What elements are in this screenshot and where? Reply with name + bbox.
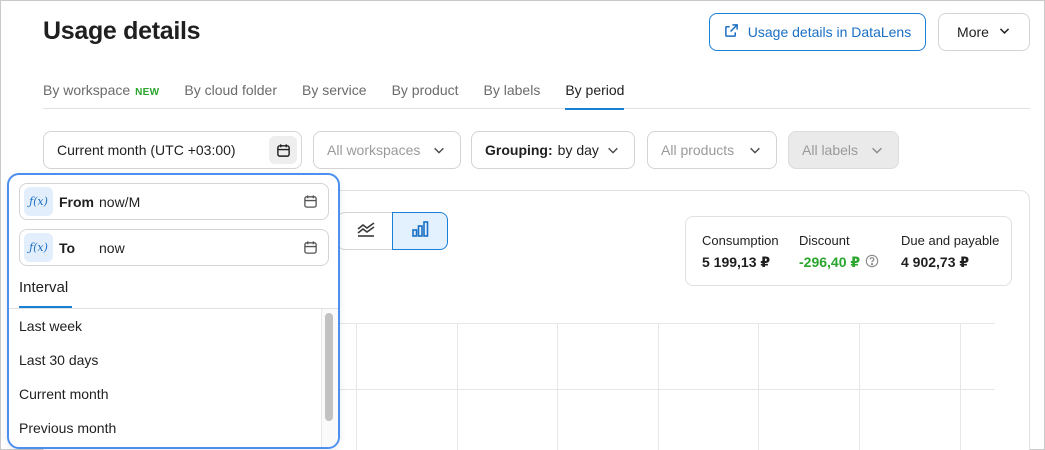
chart-gridline bbox=[758, 323, 759, 450]
interval-option[interactable]: Current month bbox=[9, 377, 321, 411]
products-select-value: All products bbox=[661, 142, 735, 158]
discount-label: Discount bbox=[799, 233, 850, 248]
to-label: To bbox=[59, 239, 76, 256]
page-title: Usage details bbox=[43, 17, 201, 45]
chart-gridline bbox=[340, 323, 995, 324]
discount-summary: Discount -296,40 ₽ bbox=[799, 233, 879, 271]
external-link-icon bbox=[724, 23, 739, 41]
datalens-button-label: Usage details in DataLens bbox=[747, 24, 912, 40]
tab-label: By workspace bbox=[43, 82, 131, 98]
period-picker-popup: ƒ(x) From now/M ƒ(x) To now Interval Las… bbox=[7, 173, 340, 449]
more-button-label: More bbox=[957, 24, 989, 40]
interval-option[interactable]: Last 30 days bbox=[9, 343, 321, 377]
chevron-down-icon bbox=[748, 143, 762, 160]
chart-gridline bbox=[859, 323, 860, 450]
chart-gridline bbox=[557, 323, 558, 450]
tab-label: By product bbox=[391, 82, 459, 98]
due-label: Due and payable bbox=[901, 233, 1000, 248]
tab-bar: By workspace NEW By cloud folder By servi… bbox=[43, 82, 1030, 110]
chart-gridline bbox=[658, 323, 659, 450]
bar-chart-toggle[interactable] bbox=[392, 212, 448, 250]
from-value: now/M bbox=[99, 193, 141, 210]
tab-by-product[interactable]: By product bbox=[392, 82, 459, 109]
chart-gridline bbox=[356, 323, 357, 450]
summary-card: Consumption 5 199,13 ₽ Discount -296,40 … bbox=[685, 216, 1012, 286]
consumption-label: Consumption bbox=[702, 233, 779, 248]
workspaces-select[interactable]: All workspaces bbox=[313, 131, 461, 169]
line-chart-toggle[interactable] bbox=[337, 212, 393, 250]
tab-label: By cloud folder bbox=[184, 82, 277, 98]
chevron-down-icon bbox=[432, 143, 446, 160]
more-button[interactable]: More bbox=[938, 13, 1030, 51]
calendar-icon[interactable] bbox=[269, 136, 297, 164]
due-summary: Due and payable 4 902,73 ₽ bbox=[901, 233, 999, 271]
calendar-icon[interactable] bbox=[303, 240, 318, 260]
scrollbar-thumb[interactable] bbox=[325, 313, 333, 421]
labels-select-value: All labels bbox=[802, 142, 859, 158]
tab-by-cloud-folder[interactable]: By cloud folder bbox=[184, 82, 277, 109]
to-field[interactable]: ƒ(x) To now bbox=[19, 229, 329, 266]
grouping-label: Grouping: bbox=[485, 142, 553, 158]
bar-chart-icon bbox=[411, 220, 429, 242]
consumption-value: 5 199,13 ₽ bbox=[702, 254, 771, 270]
chart-gridline bbox=[960, 323, 961, 450]
datalens-button[interactable]: Usage details in DataLens bbox=[709, 13, 926, 51]
to-value: now bbox=[99, 239, 125, 256]
workspaces-select-value: All workspaces bbox=[327, 142, 421, 158]
chevron-down-icon bbox=[870, 143, 884, 160]
interval-list: Last week Last 30 days Current month Pre… bbox=[9, 309, 321, 445]
chart-gridline bbox=[340, 389, 995, 390]
consumption-summary: Consumption 5 199,13 ₽ bbox=[702, 233, 779, 271]
line-chart-icon bbox=[356, 221, 376, 242]
tab-label: By service bbox=[302, 82, 367, 98]
from-field[interactable]: ƒ(x) From now/M bbox=[19, 183, 329, 220]
period-selector[interactable]: Current month (UTC +03:00) bbox=[43, 131, 302, 169]
discount-value: -296,40 ₽ bbox=[799, 254, 861, 270]
tab-label: By period bbox=[565, 82, 625, 98]
tab-by-labels[interactable]: By labels bbox=[484, 82, 541, 109]
labels-select[interactable]: All labels bbox=[788, 131, 899, 169]
from-label: From bbox=[59, 193, 94, 210]
function-icon[interactable]: ƒ(x) bbox=[24, 187, 53, 216]
new-badge: NEW bbox=[135, 87, 160, 98]
help-icon[interactable] bbox=[865, 254, 879, 271]
grouping-value: by day bbox=[557, 142, 599, 158]
discount-value-row: -296,40 ₽ bbox=[799, 254, 879, 271]
chevron-down-icon bbox=[998, 24, 1011, 40]
calendar-icon[interactable] bbox=[303, 194, 318, 214]
period-selector-value: Current month (UTC +03:00) bbox=[57, 142, 236, 158]
function-icon[interactable]: ƒ(x) bbox=[24, 233, 53, 262]
chevron-down-icon bbox=[606, 143, 620, 160]
tab-by-period[interactable]: By period bbox=[565, 82, 625, 110]
due-value: 4 902,73 ₽ bbox=[901, 254, 970, 270]
tab-by-service[interactable]: By service bbox=[302, 82, 367, 109]
interval-option[interactable]: Previous month bbox=[9, 411, 321, 445]
grouping-select[interactable]: Grouping: by day bbox=[471, 131, 635, 169]
interval-option[interactable]: Last week bbox=[9, 309, 321, 343]
chart-gridline bbox=[457, 323, 458, 450]
tab-label: By labels bbox=[483, 82, 541, 98]
tab-by-workspace[interactable]: By workspace NEW bbox=[43, 82, 159, 109]
products-select[interactable]: All products bbox=[647, 131, 777, 169]
tab-interval[interactable]: Interval bbox=[19, 279, 68, 296]
